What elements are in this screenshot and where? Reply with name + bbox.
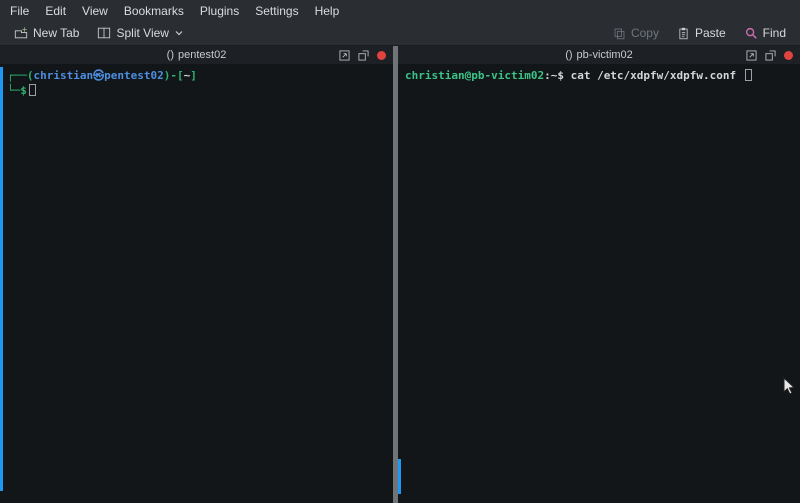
- copy-button[interactable]: Copy: [607, 24, 665, 42]
- new-tab-label: New Tab: [33, 26, 79, 40]
- left-terminal[interactable]: ┌──(christian㉿pentest02)-[~] └─$: [0, 64, 393, 503]
- terminal-cursor-left: [29, 84, 36, 96]
- toolbar: New Tab Split View Copy Paste: [0, 21, 800, 46]
- find-button[interactable]: Find: [738, 24, 792, 42]
- paste-label: Paste: [695, 26, 726, 40]
- terminal-cursor-right: [745, 69, 752, 81]
- left-tabbar: () pentest02: [0, 46, 393, 64]
- menu-help[interactable]: Help: [307, 2, 348, 20]
- split-view-icon: [97, 26, 111, 40]
- new-tab-icon: [14, 26, 28, 40]
- menu-bookmarks[interactable]: Bookmarks: [116, 2, 192, 20]
- kali-prompt-line1: ┌──(christian㉿pentest02)-[~]: [7, 68, 387, 83]
- prompt-frame-close: ]: [190, 69, 197, 82]
- split-view-button[interactable]: Split View: [91, 24, 189, 42]
- detach-pane-icon[interactable]: [358, 50, 369, 61]
- menu-settings[interactable]: Settings: [247, 2, 306, 20]
- menu-view[interactable]: View: [74, 2, 116, 20]
- pane-pb-victim02: () pb-victim02 christian@pb-victim02:~$ …: [398, 46, 800, 503]
- activity-indicator-left: [0, 67, 3, 491]
- tab-title-label: pentest02: [178, 49, 226, 61]
- copy-label: Copy: [631, 26, 659, 40]
- prompt-frame-open: ┌──(: [7, 69, 34, 82]
- menubar: File Edit View Bookmarks Plugins Setting…: [0, 0, 800, 21]
- split-container: () pentest02 ┌──(christian㉿pentest02)-[~…: [0, 46, 800, 503]
- find-label: Find: [763, 26, 786, 40]
- menu-edit[interactable]: Edit: [37, 2, 74, 20]
- kali-prompt-line2: └─$: [7, 83, 387, 98]
- left-tab-actions: [339, 50, 386, 61]
- scroll-indicator-right: [398, 459, 401, 494]
- menu-plugins[interactable]: Plugins: [192, 2, 247, 20]
- prompt-dollar: └─$: [7, 84, 27, 97]
- tab-pb-victim02[interactable]: () pb-victim02: [565, 49, 633, 61]
- prompt-frame-mid: )-[: [164, 69, 184, 82]
- terminal-tab-icon: (): [167, 49, 174, 61]
- detach-pane-icon[interactable]: [765, 50, 776, 61]
- typed-command: cat /etc/xdpfw/xdpfw.conf: [564, 69, 743, 82]
- paste-icon: [677, 27, 690, 40]
- konsole-window: File Edit View Bookmarks Plugins Setting…: [0, 0, 800, 503]
- menu-file[interactable]: File: [2, 2, 37, 20]
- copy-icon: [613, 27, 626, 40]
- new-tab-button[interactable]: New Tab: [8, 24, 85, 42]
- prompt-suffix: :~$: [544, 69, 564, 82]
- find-icon: [744, 26, 758, 40]
- expand-pane-icon[interactable]: [339, 50, 350, 61]
- tab-pentest02[interactable]: () pentest02: [167, 49, 227, 61]
- close-pane-button[interactable]: [784, 51, 793, 60]
- split-view-label: Split View: [116, 26, 168, 40]
- pane-pentest02: () pentest02 ┌──(christian㉿pentest02)-[~…: [0, 46, 393, 503]
- paste-button[interactable]: Paste: [671, 24, 732, 42]
- prompt-user-host: christian@pb-victim02: [405, 69, 544, 82]
- close-pane-button[interactable]: [377, 51, 386, 60]
- terminal-tab-icon: (): [565, 49, 572, 61]
- expand-pane-icon[interactable]: [746, 50, 757, 61]
- right-tabbar: () pb-victim02: [398, 46, 800, 64]
- right-terminal[interactable]: christian@pb-victim02:~$ cat /etc/xdpfw/…: [398, 64, 800, 503]
- chevron-down-icon: [174, 28, 184, 38]
- bash-prompt-line: christian@pb-victim02:~$ cat /etc/xdpfw/…: [405, 68, 794, 83]
- tab-title-label: pb-victim02: [577, 49, 633, 61]
- right-tab-actions: [746, 50, 793, 61]
- prompt-user-host: christian㉿pentest02: [34, 69, 164, 82]
